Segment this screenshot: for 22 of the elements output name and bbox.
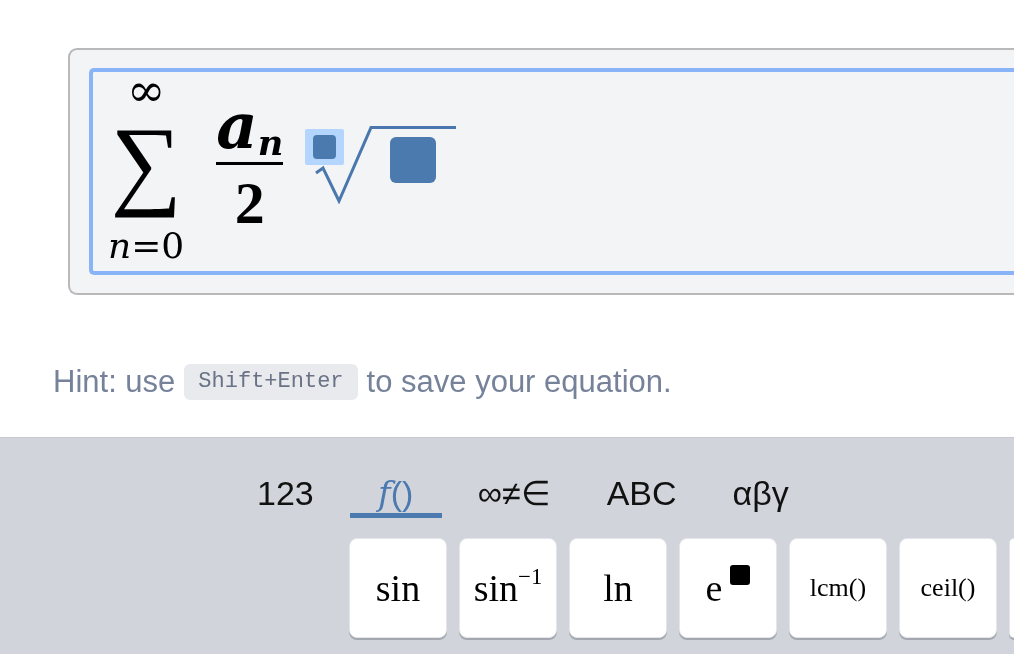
lower-limit: n=0 [108,229,185,263]
hint-text: to save your equation. [366,364,672,400]
sum-symbol: ∑ [110,106,182,220]
keyboard-key[interactable]: lcm() [789,538,887,638]
keyboard-key[interactable]: sin [349,538,447,638]
keyboard-tab[interactable]: 123 [237,473,334,518]
placeholder-square-icon [730,565,751,585]
keyboard-tab[interactable]: ∞≠∈ [457,473,571,518]
radical-icon [315,125,373,204]
hint-text: Hint: use [53,364,176,400]
placeholder-square-icon[interactable] [305,128,345,165]
keyboard-key[interactable]: sin$^{−1}$ [459,538,557,638]
keyboard-key[interactable]: ceil() [899,538,997,638]
keyboard-shortcut: Shift+Enter [184,364,358,400]
upper-limit: ∞ [126,75,166,105]
keyboard-key[interactable]: e [679,538,777,638]
keyboard-tab[interactable]: ABC [586,473,697,518]
keyboard-key[interactable]: ln [569,538,667,638]
denominator: 2 [234,175,265,231]
numerator: a$_{n}$ [216,98,284,154]
placeholder-square-icon[interactable] [390,136,437,183]
keyboard-tab[interactable]: αβγ [712,473,809,518]
